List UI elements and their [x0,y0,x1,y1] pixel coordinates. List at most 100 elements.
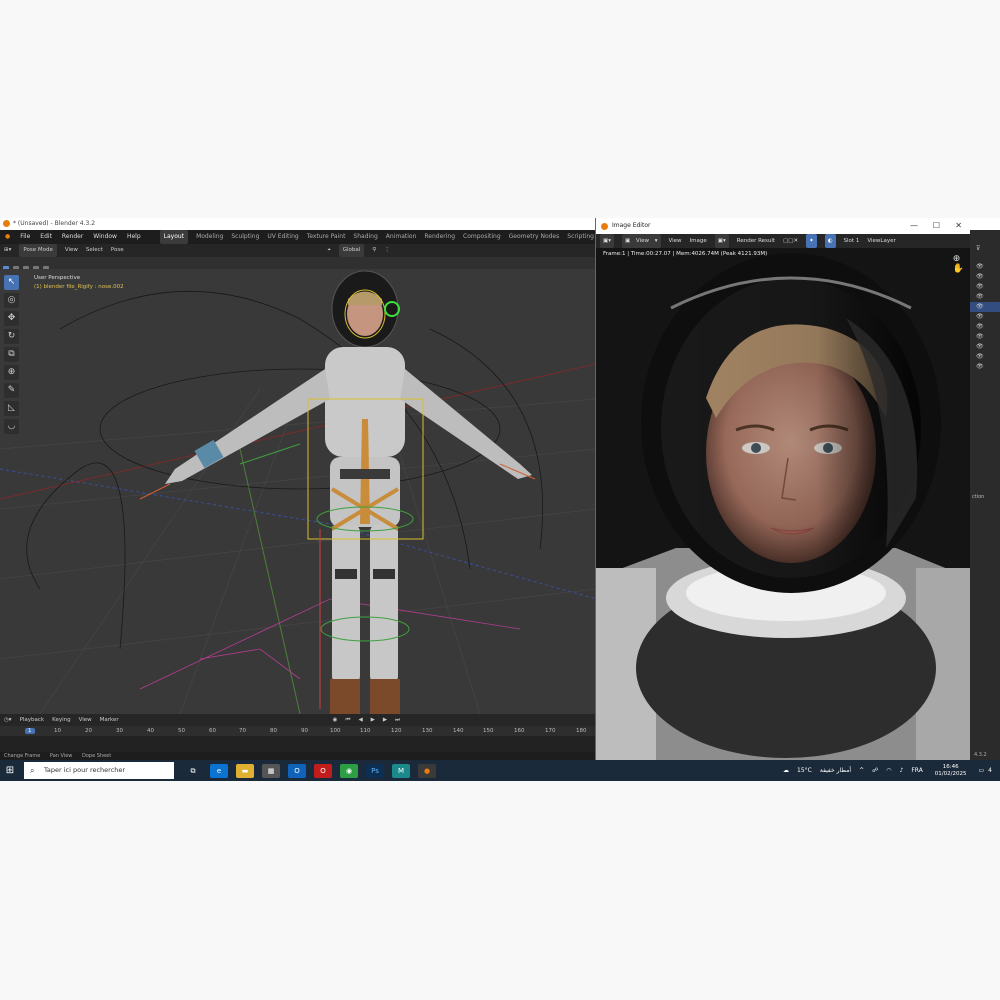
edge-icon[interactable]: e [210,763,228,778]
menu-keying[interactable]: Keying [52,714,70,726]
menu-file[interactable]: File [20,230,30,244]
close-button[interactable]: ✕ [955,218,962,234]
chrome-icon[interactable]: ◉ [340,763,358,778]
tab-sculpting[interactable]: Sculpting [231,230,259,244]
outliner-row[interactable]: 👁 [970,292,1000,302]
tab-compositing[interactable]: Compositing [463,230,501,244]
photoshop-icon[interactable]: Ps [366,763,384,778]
render-result-canvas[interactable]: Frame:1 | Time:00:27.07 | Mem:4026.74M (… [596,248,970,760]
scale-icon[interactable]: ⧉ [4,347,19,362]
play-icon[interactable]: ▶ [371,714,375,726]
outlook-icon[interactable]: O [288,763,306,778]
image-browse-icon[interactable]: ▣▾ [714,234,729,248]
view-layer-selector[interactable]: ViewLayer [867,234,895,248]
mode-selector[interactable]: Pose Mode [19,244,57,257]
relax-icon[interactable]: ◡ [4,419,19,434]
taskbar-search[interactable]: ⌕ Taper ici pour rechercher [24,762,174,779]
select-box-icon[interactable]: ↖ [4,275,19,290]
slot-selector[interactable]: Slot 1 [844,234,860,248]
tray-chevron-icon[interactable]: ^ [859,767,864,774]
display-channels-icon[interactable]: ◐ [824,234,836,248]
snap-icon[interactable]: ⋮ [384,244,390,257]
outliner-row[interactable]: 👁 [970,342,1000,352]
menu-image[interactable]: Image [690,234,707,248]
orientation-selector[interactable]: Global [338,244,365,257]
weather-icon[interactable]: ☁ [783,767,789,774]
timeline[interactable]: 1 10 20 30 40 50 60 70 80 90 100 110 120… [0,726,596,752]
maximize-button[interactable]: ☐ [933,218,940,234]
menu-window[interactable]: Window [93,230,117,244]
tab-layout[interactable]: Layout [159,230,189,244]
cursor-icon[interactable]: ◎ [4,293,19,308]
image-actions-icon[interactable]: ▢▢✕ [783,234,798,248]
tab-animation[interactable]: Animation [386,230,417,244]
file-explorer-icon[interactable]: ▬ [236,763,254,778]
outliner-row[interactable]: 👁 [970,362,1000,372]
menu-render[interactable]: Render [62,230,83,244]
pan-hand-icon[interactable]: ✋ [953,264,964,274]
prev-key-icon[interactable]: ◀ [358,714,362,726]
maya-icon[interactable]: M [392,763,410,778]
store-icon[interactable]: ▦ [262,763,280,778]
tab-rendering[interactable]: Rendering [424,230,455,244]
wifi-icon[interactable]: ◠ [886,767,891,774]
menu-view[interactable]: View [65,244,78,257]
tab-scripting[interactable]: Scripting [567,230,594,244]
transform-icon[interactable]: ⊕ [4,365,19,380]
image-editor-type-icon[interactable]: ▣▾ [600,234,614,248]
current-frame[interactable]: 1 [25,728,35,734]
image-name-field[interactable]: Render Result [737,234,775,248]
menu-timeline-view[interactable]: View [79,714,92,726]
move-icon[interactable]: ✥ [4,311,19,326]
annotate-icon[interactable]: ✎ [4,383,19,398]
rotate-icon[interactable]: ↻ [4,329,19,344]
clock[interactable]: 16:46 01/02/2025 [931,764,971,778]
blender-taskbar-icon[interactable]: ● [418,763,436,778]
editor-type-icon[interactable]: ⊞▾ [4,244,11,257]
menu-pose[interactable]: Pose [111,244,124,257]
tab-texture-paint[interactable]: Texture Paint [307,230,346,244]
3d-viewport[interactable]: User Perspective (1) blender file_Rigify… [0,269,596,714]
outliner-row[interactable]: 👁 [970,282,1000,292]
outliner-row[interactable]: 👁 [970,262,1000,272]
menu-image-view[interactable]: View [669,234,682,248]
outliner-row-selected[interactable]: 👁 [970,302,1000,312]
view-mode-selector[interactable]: ▣ View ▾ [621,234,661,248]
outliner-row[interactable]: 👁 [970,322,1000,332]
menu-edit[interactable]: Edit [40,230,52,244]
notifications-icon[interactable]: ▭ 4 [979,767,997,774]
language-indicator[interactable]: FRA [911,767,922,774]
jump-end-icon[interactable]: ⏭ [395,714,400,726]
weather-temp[interactable]: 15°C [797,767,812,774]
zoom-icon[interactable]: ⊕ [953,254,964,264]
tab-modeling[interactable]: Modeling [196,230,223,244]
pivot-icon[interactable]: ⚲ [372,244,376,257]
jump-start-icon[interactable]: ⏮ [345,714,350,726]
outliner-row[interactable]: 👁 [970,332,1000,342]
tab-uv-editing[interactable]: UV Editing [267,230,298,244]
timeline-editor-icon[interactable]: ◷▾ [4,714,12,726]
network-icon[interactable]: ☍ [872,767,878,774]
tab-shading[interactable]: Shading [353,230,377,244]
menu-select[interactable]: Select [86,244,103,257]
record-icon[interactable]: ◉ [333,714,338,726]
outliner-filter-icon[interactable]: ⊽ [970,244,1000,254]
next-key-icon[interactable]: ▶ [383,714,387,726]
menu-playback[interactable]: Playback [20,714,45,726]
minimize-button[interactable]: — [910,218,918,234]
task-view-icon[interactable]: ⧉ [184,764,202,778]
outliner-row[interactable]: 👁 [970,272,1000,282]
outliner-row[interactable]: 👁 [970,352,1000,362]
windows-start-icon[interactable]: ⊞ [0,760,20,781]
measure-icon[interactable]: ◺ [4,401,19,416]
frame-ruler[interactable]: 1 10 20 30 40 50 60 70 80 90 100 110 120… [0,726,596,736]
volume-icon[interactable]: ♪ [899,767,903,774]
tab-geometry-nodes[interactable]: Geometry Nodes [509,230,560,244]
opera-icon[interactable]: O [314,763,332,778]
sample-tool-icon[interactable]: ✦ [806,234,817,248]
menu-help[interactable]: Help [127,230,141,244]
outliner-row[interactable]: 👁 [970,312,1000,322]
blender-logo-menu-icon[interactable]: ● [5,230,10,244]
weather-description[interactable]: أمطار خفيفة [820,767,851,774]
menu-marker[interactable]: Marker [100,714,119,726]
